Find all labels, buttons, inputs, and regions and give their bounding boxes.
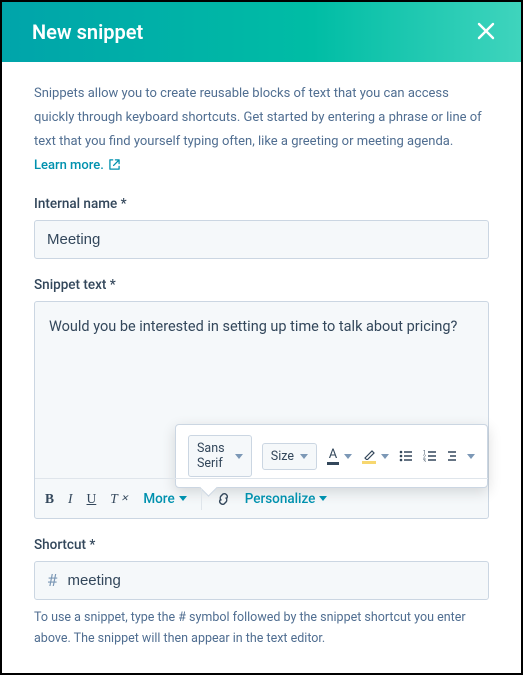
close-icon[interactable] [473, 16, 499, 48]
internal-name-label: Internal name * [34, 196, 489, 212]
dialog-new-snippet: New snippet Snippets allow you to create… [0, 0, 523, 675]
text-color-glyph: A [329, 448, 337, 461]
toolbar-separator [201, 488, 202, 510]
chevron-down-icon [300, 454, 308, 459]
rich-text-editor: Would you be interested in setting up ti… [34, 301, 489, 519]
shortcut-input[interactable] [63, 562, 488, 599]
personalize-button[interactable]: Personalize [245, 491, 328, 507]
chevron-down-icon [381, 454, 389, 459]
more-label: More [143, 491, 174, 507]
dialog-title: New snippet [32, 20, 143, 44]
intro-text: Snippets allow you to create reusable bl… [34, 82, 489, 178]
learn-more-link[interactable]: Learn more. [34, 158, 120, 173]
svg-text:3: 3 [423, 459, 426, 462]
numbered-list-button[interactable]: 123 [423, 450, 437, 462]
external-link-icon [109, 159, 120, 170]
snippet-text-label: Snippet text * [34, 277, 489, 293]
chevron-down-icon [235, 454, 243, 459]
dialog-header: New snippet [2, 2, 521, 62]
dialog-body: Snippets allow you to create reusable bl… [2, 62, 521, 675]
internal-name-input[interactable] [34, 220, 489, 259]
personalize-label: Personalize [245, 491, 316, 507]
highlight-color-button[interactable] [362, 449, 389, 464]
clear-glyph: T [110, 491, 118, 507]
font-size-value: Size [271, 449, 294, 464]
text-color-button[interactable]: A [327, 448, 352, 465]
chevron-down-icon [319, 496, 327, 501]
font-size-select[interactable]: Size [262, 443, 317, 470]
chevron-down-icon [344, 454, 352, 459]
chevron-down-icon [179, 496, 187, 501]
bulleted-list-button[interactable] [399, 450, 413, 462]
highlight-icon [363, 449, 376, 460]
shortcut-helper-text: To use a snippet, type the # symbol foll… [34, 608, 489, 649]
underline-button[interactable]: U [87, 491, 97, 507]
font-family-select[interactable]: Sans Serif [188, 435, 252, 477]
shortcut-label: Shortcut * [34, 537, 489, 553]
bold-button[interactable]: B [45, 491, 54, 507]
intro-copy: Snippets allow you to create reusable bl… [34, 86, 482, 149]
clear-sub-glyph: ✕ [121, 493, 129, 504]
insert-link-button[interactable] [216, 492, 231, 506]
shortcut-field: # [34, 561, 489, 600]
font-family-value: Sans Serif [197, 441, 229, 471]
hash-prefix: # [35, 571, 63, 591]
indent-button[interactable] [447, 450, 475, 462]
chevron-down-icon [467, 454, 475, 459]
more-button[interactable]: More [143, 491, 186, 507]
editor-toolbar: B I U T✕ More Personalize [35, 478, 488, 518]
italic-button[interactable]: I [68, 491, 73, 507]
learn-more-label: Learn more. [34, 158, 104, 173]
clear-formatting-button[interactable]: T✕ [110, 491, 129, 507]
